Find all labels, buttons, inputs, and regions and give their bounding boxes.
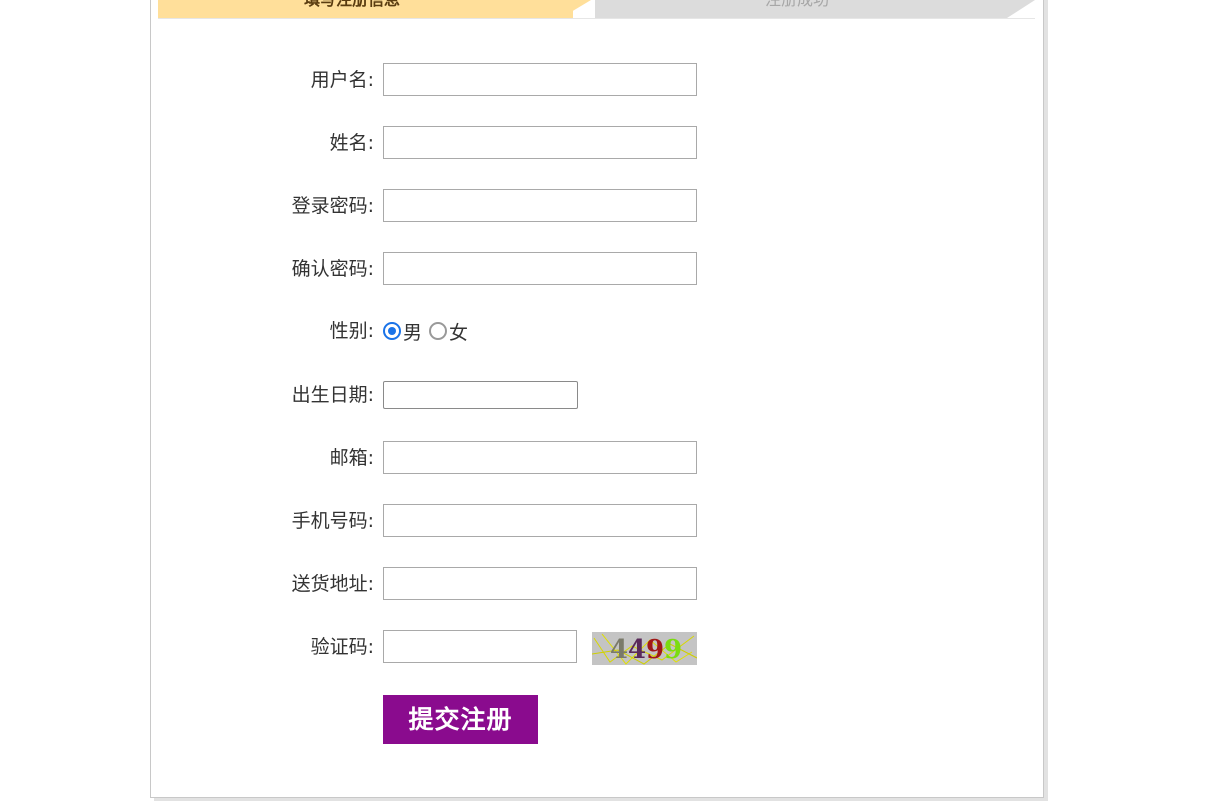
phone-input[interactable] (383, 504, 697, 537)
gender-label: 性别: (329, 320, 374, 342)
address-label: 送货地址: (291, 573, 374, 595)
email-input[interactable] (383, 441, 697, 474)
captcha-label: 验证码: (310, 636, 374, 658)
gender-male-label[interactable]: 男 (403, 318, 422, 345)
captcha-digit-3: 9 (646, 635, 664, 665)
birthdate-row: 出生日期: (230, 378, 710, 412)
username-input[interactable] (383, 63, 697, 96)
gender-radio-group: 男 女 (383, 314, 475, 348)
step-fill-info-label: 填写注册信息 (304, 0, 400, 10)
captcha-row: 验证码: 4 4 9 9 (230, 630, 710, 665)
captcha-input[interactable] (383, 630, 577, 663)
birthdate-input[interactable] (383, 381, 578, 409)
email-label: 邮箱: (329, 447, 374, 469)
captcha-digit-2: 4 (628, 635, 646, 665)
name-input[interactable] (383, 126, 697, 159)
address-input[interactable] (383, 567, 697, 600)
confirm-password-label: 确认密码: (291, 258, 374, 280)
captcha-digit-1: 4 (610, 635, 628, 665)
phone-row: 手机号码: (230, 504, 710, 538)
address-row: 送货地址: (230, 567, 710, 601)
phone-label: 手机号码: (291, 510, 374, 532)
username-row: 用户名: (230, 63, 710, 97)
email-row: 邮箱: (230, 441, 710, 475)
password-row: 登录密码: (230, 189, 710, 223)
step-success-arrow (1007, 0, 1035, 18)
password-label: 登录密码: (291, 195, 374, 217)
gender-female-radio[interactable] (429, 322, 448, 340)
captcha-digit-4: 9 (664, 635, 682, 665)
name-label: 姓名: (329, 132, 374, 154)
step-fill-info-arrow (561, 0, 591, 18)
password-input[interactable] (383, 189, 697, 222)
username-label: 用户名: (310, 69, 374, 91)
birthdate-label: 出生日期: (291, 384, 374, 406)
step-success-label: 注册成功 (765, 0, 829, 10)
gender-male-radio[interactable] (383, 322, 401, 340)
name-row: 姓名: (230, 126, 710, 160)
captcha-image[interactable]: 4 4 9 9 (592, 632, 697, 665)
confirm-password-input[interactable] (383, 252, 697, 285)
gender-row: 性别: 男 女 (230, 314, 710, 348)
gender-female-label[interactable]: 女 (449, 318, 468, 345)
confirm-password-row: 确认密码: (230, 252, 710, 286)
submit-register-button[interactable]: 提交注册 (383, 695, 538, 744)
step-progress-bar: 填写注册信息 注册成功 (158, 0, 1035, 19)
